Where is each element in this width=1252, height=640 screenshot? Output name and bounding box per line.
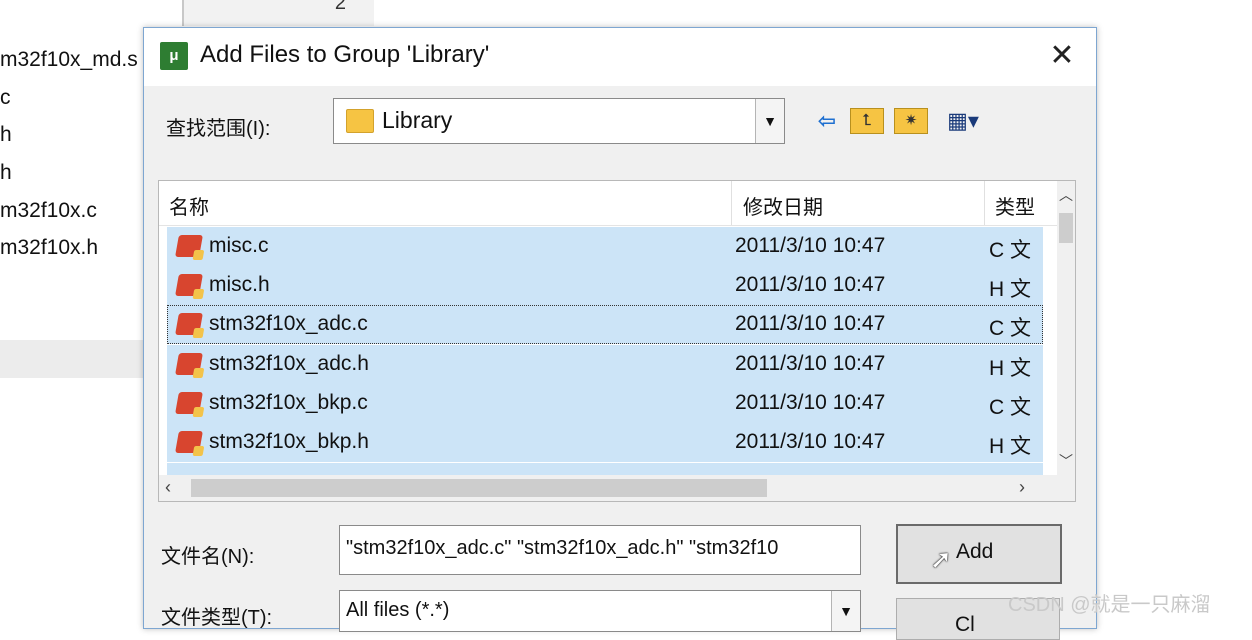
c-file-icon: [175, 235, 203, 257]
file-row[interactable]: stm32f10x_adc.h 2011/3/10 10:47 H 文: [167, 345, 1043, 384]
filename-value: "stm32f10x_adc.c" "stm32f10x_adc.h" "stm…: [346, 537, 779, 559]
lookin-dropdown[interactable]: Library ▼: [333, 98, 785, 144]
h-file-icon: [175, 274, 203, 296]
file-name: misc.h: [209, 273, 270, 296]
add-button[interactable]: Add ➚: [896, 524, 1062, 584]
close-dialog-button-label: Cl: [955, 613, 975, 636]
file-date: 2011/3/10 10:47: [735, 391, 886, 414]
dialog-title: Add Files to Group 'Library': [200, 41, 490, 68]
watermark: CSDN @就是一只麻溜: [1008, 594, 1211, 616]
file-name: misc.c: [209, 234, 269, 257]
project-tree-item[interactable]: m32f10x.c: [0, 199, 97, 223]
folder-icon: [346, 109, 374, 133]
back-arrow-icon[interactable]: ⇦: [812, 106, 842, 136]
file-name: stm32f10x_adc.h: [209, 352, 369, 375]
editor-line-strip: 2: [182, 0, 374, 26]
keil-app-icon: μ: [160, 42, 188, 70]
h-file-icon: [175, 353, 203, 375]
file-date: 2011/3/10 10:47: [735, 430, 886, 453]
add-button-label: Add: [956, 540, 994, 563]
file-type: H 文: [989, 278, 1031, 301]
project-tree-item[interactable]: m32f10x.h: [0, 236, 98, 260]
scroll-up-icon[interactable]: ︿: [1057, 185, 1075, 205]
mouse-cursor-icon: ➚: [930, 544, 952, 574]
file-row[interactable]: misc.c 2011/3/10 10:47 C 文: [167, 227, 1043, 266]
file-row[interactable]: stm32f10x_adc.c 2011/3/10 10:47 C 文: [167, 305, 1043, 344]
file-type: C 文: [989, 317, 1031, 340]
file-type: H 文: [989, 357, 1031, 380]
vertical-scrollbar[interactable]: ︿ ﹀: [1057, 181, 1075, 477]
file-date: 2011/3/10 10:47: [735, 273, 886, 296]
sort-arrow-icon: ⌃: [437, 180, 453, 193]
column-header-type[interactable]: 类型: [995, 191, 1035, 220]
file-type: C 文: [989, 396, 1031, 419]
project-tree-item[interactable]: c: [0, 86, 11, 110]
c-file-icon: [175, 313, 203, 335]
project-tree-item[interactable]: h: [0, 123, 12, 147]
file-name: stm32f10x_bkp.h: [209, 430, 369, 453]
column-divider[interactable]: [731, 181, 732, 225]
horizontal-scroll-thumb[interactable]: [191, 479, 767, 497]
new-folder-icon[interactable]: ✷: [894, 108, 928, 134]
column-header-name[interactable]: 名称: [169, 191, 209, 220]
column-header-date[interactable]: 修改日期: [743, 191, 823, 220]
filetype-label: 文件类型(T):: [161, 607, 273, 629]
c-file-icon: [175, 392, 203, 414]
lookin-value: Library: [382, 107, 453, 133]
filename-label: 文件名(N):: [161, 546, 255, 568]
horizontal-scrollbar[interactable]: ‹ ›: [159, 475, 1075, 501]
line-number: 2: [334, 0, 346, 14]
h-file-icon: [175, 431, 203, 453]
file-name: stm32f10x_adc.c: [209, 312, 368, 335]
up-folder-icon[interactable]: ⮤: [850, 108, 884, 134]
file-type: H 文: [989, 435, 1031, 458]
chevron-down-icon[interactable]: ▼: [831, 591, 860, 631]
chevron-down-icon[interactable]: ▼: [755, 99, 784, 143]
scroll-left-icon[interactable]: ‹: [165, 477, 171, 498]
project-tree-separator: [0, 340, 145, 378]
file-row[interactable]: stm32f10x_bkp.c 2011/3/10 10:47 C 文: [167, 384, 1043, 423]
file-row[interactable]: stm32f10x_bkp.h 2011/3/10 10:47 H 文: [167, 423, 1043, 462]
filetype-dropdown[interactable]: All files (*.*) ▼: [339, 590, 861, 632]
scroll-right-icon[interactable]: ›: [1019, 477, 1025, 498]
close-button[interactable]: ✕: [1042, 36, 1082, 76]
dialog-titlebar[interactable]: μ Add Files to Group 'Library' ✕: [144, 28, 1096, 86]
lookin-label: 查找范围(I):: [166, 118, 271, 140]
file-date: 2011/3/10 10:47: [735, 312, 886, 335]
filename-input[interactable]: "stm32f10x_adc.c" "stm32f10x_adc.h" "stm…: [339, 525, 861, 575]
file-row[interactable]: misc.h 2011/3/10 10:47 H 文: [167, 266, 1043, 305]
vertical-scroll-thumb[interactable]: [1059, 213, 1073, 243]
view-menu-icon[interactable]: ▦▾: [940, 106, 986, 136]
file-date: 2011/3/10 10:47: [735, 352, 886, 375]
column-divider[interactable]: [984, 181, 985, 225]
file-date: 2011/3/10 10:47: [735, 234, 886, 257]
file-type: C 文: [989, 239, 1031, 262]
project-tree-item[interactable]: m32f10x_md.s: [0, 48, 138, 72]
file-list[interactable]: ⌃ 名称 修改日期 类型 misc.c 2011/3/10 10:47 C 文 …: [158, 180, 1076, 502]
column-header-row: ⌃ 名称 修改日期 类型: [159, 181, 1057, 226]
project-tree-item[interactable]: h: [0, 161, 12, 185]
scroll-down-icon[interactable]: ﹀: [1057, 451, 1075, 471]
filetype-value: All files (*.*): [346, 599, 450, 621]
file-name: stm32f10x_bkp.c: [209, 391, 368, 414]
file-row-partial[interactable]: [167, 463, 1043, 475]
add-files-dialog: μ Add Files to Group 'Library' ✕ 查找范围(I)…: [143, 27, 1097, 640]
